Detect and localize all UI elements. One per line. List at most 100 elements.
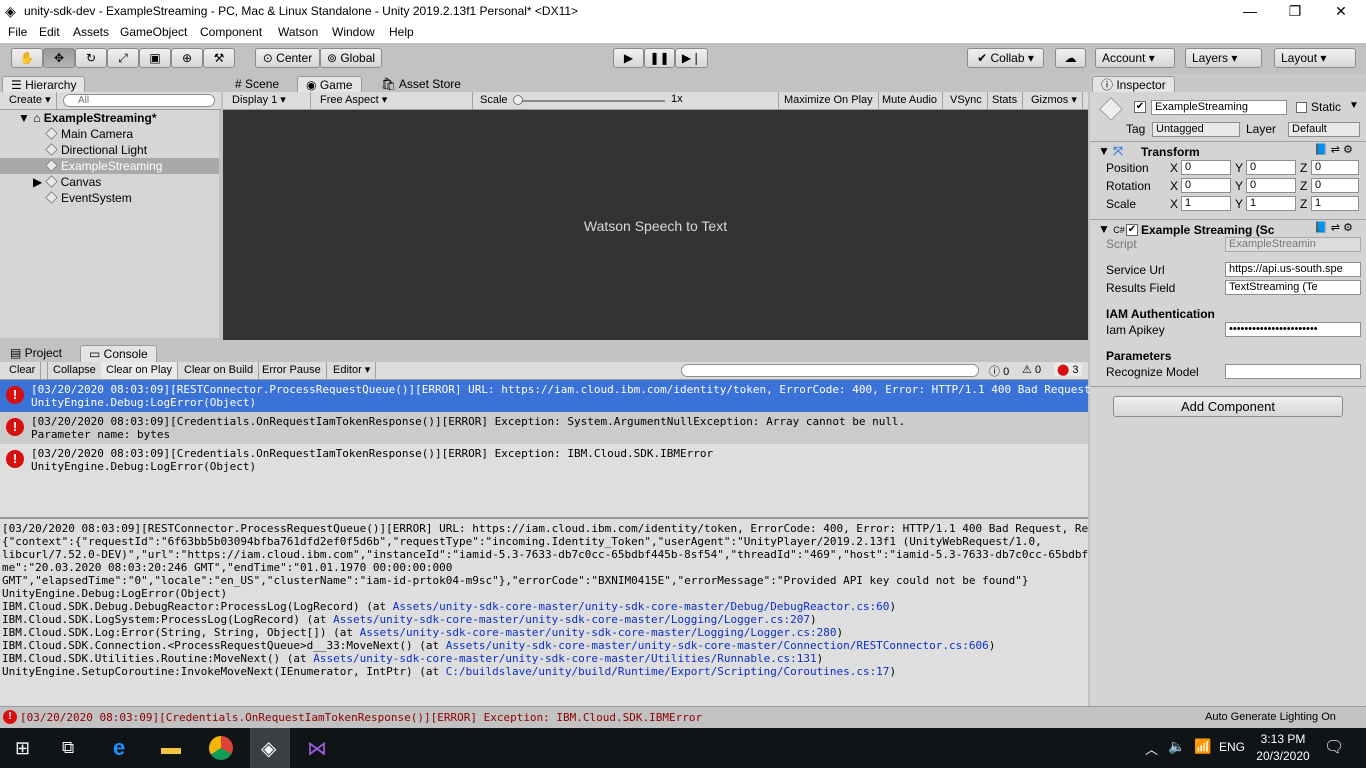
clear-on-build-button[interactable]: Clear on Build <box>179 362 260 379</box>
pivot-center-button[interactable]: ⊙ Center <box>255 48 320 68</box>
log-entry[interactable]: ! [03/20/2020 08:03:09][Credentials.OnRe… <box>0 412 1088 444</box>
tab-game[interactable]: ◉ Game <box>297 76 362 93</box>
source-link[interactable]: C:/buildslave/unity/build/Runtime/Export… <box>446 665 890 678</box>
space-global-button[interactable]: ⊚ Global <box>320 48 382 68</box>
hierarchy-item-examplestreaming[interactable]: ExampleStreaming <box>45 159 162 173</box>
collapse-button[interactable]: Collapse <box>47 362 102 379</box>
source-link[interactable]: Assets/unity-sdk-core-master/unity-sdk-c… <box>313 652 816 665</box>
clear-on-play-button[interactable]: Clear on Play <box>101 362 179 379</box>
rotation-x-field[interactable]: 0 <box>1181 178 1231 193</box>
position-x-field[interactable]: 0 <box>1181 160 1231 175</box>
chrome-icon[interactable] <box>209 736 233 760</box>
volume-icon[interactable]: 🔈 <box>1168 738 1185 755</box>
add-component-button[interactable]: Add Component <box>1113 396 1343 417</box>
maximize-on-play-toggle[interactable]: Maximize On Play <box>778 92 879 109</box>
hierarchy-item-eventsystem[interactable]: EventSystem <box>45 191 132 205</box>
status-message[interactable]: [03/20/2020 08:03:09][Credentials.OnRequ… <box>20 711 702 724</box>
close-button[interactable]: ✕ <box>1318 0 1364 23</box>
language-indicator[interactable]: ENG <box>1219 740 1245 754</box>
log-entry[interactable]: ! [03/20/2020 08:03:09][Credentials.OnRe… <box>0 444 1088 476</box>
source-link[interactable]: Assets/unity-sdk-core-master/unity-sdk-c… <box>333 613 810 626</box>
menu-window[interactable]: Window <box>326 25 381 39</box>
custom-tool-icon[interactable]: ⚒ <box>203 48 235 68</box>
account-dropdown[interactable]: Account ▾ <box>1095 48 1175 68</box>
rotation-z-field[interactable]: 0 <box>1311 178 1359 193</box>
tab-scene[interactable]: # Scene <box>227 76 287 93</box>
visual-studio-icon[interactable]: ⋈ <box>307 736 327 761</box>
menu-component[interactable]: Component <box>194 25 268 39</box>
menu-edit[interactable]: Edit <box>33 25 66 39</box>
iam-apikey-field[interactable]: ••••••••••••••••••••••• <box>1225 322 1361 337</box>
position-y-field[interactable]: 0 <box>1246 160 1296 175</box>
file-explorer-icon[interactable]: ▬ <box>161 737 181 760</box>
gizmos-dropdown[interactable]: Gizmos ▾ <box>1026 92 1083 109</box>
move-tool-icon[interactable]: ✥ <box>43 48 75 68</box>
component-menu-icons[interactable]: 📘 ⇌ ⚙ <box>1314 221 1353 234</box>
static-dropdown-icon[interactable]: ▼ <box>1349 100 1359 111</box>
rotate-tool-icon[interactable]: ↻ <box>75 48 107 68</box>
active-checkbox[interactable]: ✔ <box>1134 101 1146 113</box>
component-menu-icons[interactable]: 📘 ⇌ ⚙ <box>1314 143 1353 156</box>
tray-chevron-icon[interactable]: ︿ <box>1145 739 1158 758</box>
aspect-dropdown[interactable]: Free Aspect ▾ <box>315 92 473 109</box>
clock-date[interactable]: 20/3/2020 <box>1251 749 1315 763</box>
warning-count[interactable]: ⚠ 0 <box>1022 363 1041 376</box>
console-detail-text[interactable]: [03/20/2020 08:03:09][RESTConnector.Proc… <box>2 522 1088 678</box>
log-entry-selected[interactable]: ! [03/20/2020 08:03:09][RESTConnector.Pr… <box>0 380 1163 412</box>
layout-dropdown[interactable]: Layout ▾ <box>1274 48 1356 68</box>
static-checkbox[interactable] <box>1296 102 1307 113</box>
menu-gameobject[interactable]: GameObject <box>114 25 193 39</box>
source-link[interactable]: Assets/unity-sdk-core-master/unity-sdk-c… <box>360 626 837 639</box>
info-count[interactable]: ⓘ 0 <box>989 363 1009 379</box>
cloud-icon[interactable]: ☁ <box>1055 48 1086 68</box>
source-link[interactable]: Assets/unity-sdk-core-master/unity-sdk-c… <box>446 639 989 652</box>
lighting-status[interactable]: Auto Generate Lighting On <box>1205 711 1336 723</box>
tab-project[interactable]: ▤ Project <box>2 345 70 362</box>
error-pause-button[interactable]: Error Pause <box>257 362 327 379</box>
minimize-button[interactable]: — <box>1227 0 1273 23</box>
position-z-field[interactable]: 0 <box>1311 160 1359 175</box>
menu-help[interactable]: Help <box>383 25 420 39</box>
expand-arrow-icon[interactable]: ▶ <box>33 175 46 189</box>
vsync-toggle[interactable]: VSync <box>945 92 988 109</box>
hierarchy-search-input[interactable] <box>63 94 215 107</box>
hierarchy-item-canvas[interactable]: ▶ Canvas <box>33 175 101 189</box>
tag-dropdown[interactable]: Untagged <box>1152 122 1240 137</box>
tab-asset-store[interactable]: 🛍 Asset Store <box>373 76 469 93</box>
source-link[interactable]: Assets/unity-sdk-core-master/unity-sdk-c… <box>393 600 890 613</box>
stats-toggle[interactable]: Stats <box>987 92 1024 109</box>
component-enabled-checkbox[interactable]: ✔ <box>1126 224 1138 236</box>
rect-tool-icon[interactable]: ▣ <box>139 48 171 68</box>
windows-start-icon[interactable]: ⊞ <box>15 738 30 759</box>
console-search-input[interactable] <box>681 364 979 377</box>
object-name-field[interactable]: ExampleStreaming <box>1151 100 1287 115</box>
hierarchy-item-directional-light[interactable]: Directional Light <box>45 143 147 157</box>
rotation-y-field[interactable]: 0 <box>1246 178 1296 193</box>
editor-dropdown[interactable]: Editor ▾ <box>328 362 377 379</box>
results-field-object[interactable]: TextStreaming (Te <box>1225 280 1361 295</box>
create-dropdown[interactable]: Create ▾ <box>4 92 57 109</box>
scale-slider-track[interactable] <box>517 100 665 102</box>
scale-slider-handle[interactable] <box>513 95 523 105</box>
menu-watson[interactable]: Watson <box>272 25 324 39</box>
collab-button[interactable]: ✔ Collab ▾ <box>967 48 1044 68</box>
hand-tool-icon[interactable]: ✋ <box>11 48 43 68</box>
display-dropdown[interactable]: Display 1 ▾ <box>227 92 311 109</box>
task-view-icon[interactable]: ⧉ <box>62 738 74 758</box>
tab-hierarchy[interactable]: ☰ Hierarchy <box>2 76 86 93</box>
menu-file[interactable]: File <box>2 25 33 39</box>
layer-dropdown[interactable]: Default <box>1288 122 1360 137</box>
transform-header[interactable]: ▼ ⤧ <box>1098 144 1123 159</box>
error-count[interactable]: ⬤ 3 <box>1054 363 1082 376</box>
clear-button[interactable]: Clear <box>4 362 42 379</box>
layers-dropdown[interactable]: Layers ▾ <box>1185 48 1262 68</box>
scale-tool-icon[interactable]: ⤢ <box>107 48 139 68</box>
service-url-field[interactable]: https://api.us-south.spe <box>1225 262 1361 277</box>
maximize-button[interactable]: ❐ <box>1272 0 1318 23</box>
scene-root[interactable]: ▼ ⌂ ExampleStreaming* <box>18 111 157 125</box>
menu-assets[interactable]: Assets <box>67 25 115 39</box>
recognize-model-field[interactable] <box>1225 364 1361 379</box>
scale-y-field[interactable]: 1 <box>1246 196 1296 211</box>
tab-console[interactable]: ▭ Console <box>80 345 157 362</box>
scale-z-field[interactable]: 1 <box>1311 196 1359 211</box>
